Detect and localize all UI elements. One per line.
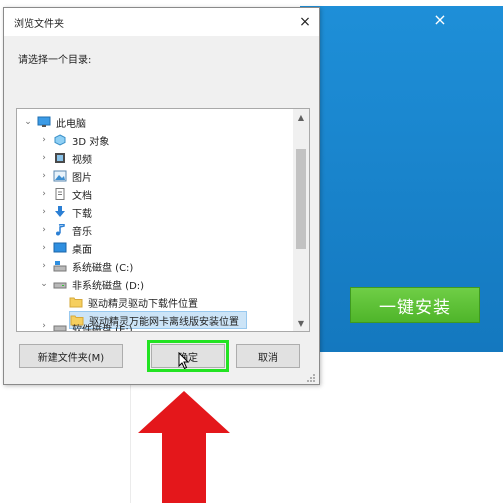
computer-icon <box>37 116 51 128</box>
desktop-icon <box>53 242 67 254</box>
expand-chevron-icon[interactable]: › <box>39 207 49 217</box>
red-up-arrow-icon <box>138 391 230 503</box>
installer-window-background: × 全 一键安装 <box>300 6 503 352</box>
system-drive-icon <box>53 260 67 272</box>
tree-item-desktop[interactable]: › 桌面 <box>39 239 92 257</box>
expand-chevron-icon[interactable]: › <box>39 153 49 163</box>
expand-chevron-icon[interactable]: › <box>39 243 49 253</box>
music-note-icon <box>53 224 67 236</box>
dialog-titlebar[interactable]: 浏览文件夹 × <box>4 8 319 36</box>
scroll-down-arrow-icon[interactable]: ▼ <box>293 315 309 331</box>
tree-item-drive-c[interactable]: › 系统磁盘 (C:) <box>39 257 133 275</box>
expand-chevron-icon[interactable]: › <box>39 321 49 331</box>
tree-item-drive-d[interactable]: ⌄ 非系统磁盘 (D:) <box>39 275 144 293</box>
tree-item-label: 音乐 <box>72 226 92 238</box>
expand-chevron-icon[interactable]: › <box>39 225 49 235</box>
scroll-up-arrow-icon[interactable]: ▲ <box>293 109 309 125</box>
tree-vertical-scrollbar[interactable]: ▲ ▼ <box>293 109 309 331</box>
video-icon <box>53 152 67 164</box>
tree-item-3d-objects[interactable]: › 3D 对象 <box>39 131 109 149</box>
tree-item-drive-e[interactable]: › 软件磁盘 (E:) <box>39 321 133 331</box>
tree-item-label: 系统磁盘 (C:) <box>72 262 134 274</box>
tree-item-music[interactable]: › 音乐 <box>39 221 92 239</box>
tree-item-documents[interactable]: › 文档 <box>39 185 92 203</box>
mouse-cursor-icon <box>178 352 190 370</box>
document-icon <box>53 188 67 200</box>
installer-close-icon[interactable]: × <box>432 12 448 28</box>
drive-icon <box>53 278 67 290</box>
tree-item-this-pc[interactable]: ⌄ 此电脑 <box>23 113 86 131</box>
tree-item-label: 图片 <box>72 172 92 184</box>
tree-item-downloads[interactable]: › 下载 <box>39 203 92 221</box>
tree-item-driver-download-folder[interactable]: 驱动精灵驱动下载件位置 <box>69 293 198 311</box>
browse-folder-dialog: 浏览文件夹 × 请选择一个目录: ⌄ 此电脑 › 3D 对象 › 视频 › 图片… <box>3 7 320 385</box>
one-click-install-button[interactable]: 一键安装 <box>350 287 480 323</box>
drive-icon <box>53 321 67 331</box>
tree-item-label: 软件磁盘 (E:) <box>72 325 133 331</box>
folder-icon <box>69 296 83 308</box>
dialog-close-icon[interactable]: × <box>296 13 314 31</box>
tree-item-label: 视频 <box>72 154 92 166</box>
dialog-instruction: 请选择一个目录: <box>18 55 92 66</box>
picture-icon <box>53 170 67 182</box>
collapse-chevron-icon[interactable]: ⌄ <box>39 279 49 289</box>
expand-chevron-icon[interactable]: › <box>39 189 49 199</box>
tree-item-videos[interactable]: › 视频 <box>39 149 92 167</box>
tree-item-pictures[interactable]: › 图片 <box>39 167 92 185</box>
tree-item-label: 桌面 <box>72 244 92 256</box>
cancel-button[interactable]: 取消 <box>236 344 300 368</box>
cube-3d-icon <box>53 134 67 146</box>
tree-item-label: 下载 <box>72 208 92 220</box>
tree-item-label: 驱动精灵驱动下载件位置 <box>88 298 198 310</box>
resize-grip-icon[interactable] <box>306 373 316 383</box>
tree-item-label: 文档 <box>72 190 92 202</box>
expand-chevron-icon[interactable]: › <box>39 135 49 145</box>
tree-item-label: 此电脑 <box>56 118 86 130</box>
expand-chevron-icon[interactable]: › <box>39 171 49 181</box>
expand-chevron-icon[interactable]: › <box>39 261 49 271</box>
download-arrow-icon <box>53 206 67 218</box>
scroll-thumb[interactable] <box>296 149 306 249</box>
tree-item-label: 非系统磁盘 (D:) <box>72 280 145 292</box>
dialog-title: 浏览文件夹 <box>14 19 64 30</box>
folder-tree[interactable]: ⌄ 此电脑 › 3D 对象 › 视频 › 图片 › 文档 › 下载 › 音乐 ›… <box>16 108 310 332</box>
tree-item-label: 3D 对象 <box>72 136 110 148</box>
new-folder-button[interactable]: 新建文件夹(M) <box>19 344 123 368</box>
expand-chevron-icon[interactable]: ⌄ <box>23 117 33 127</box>
